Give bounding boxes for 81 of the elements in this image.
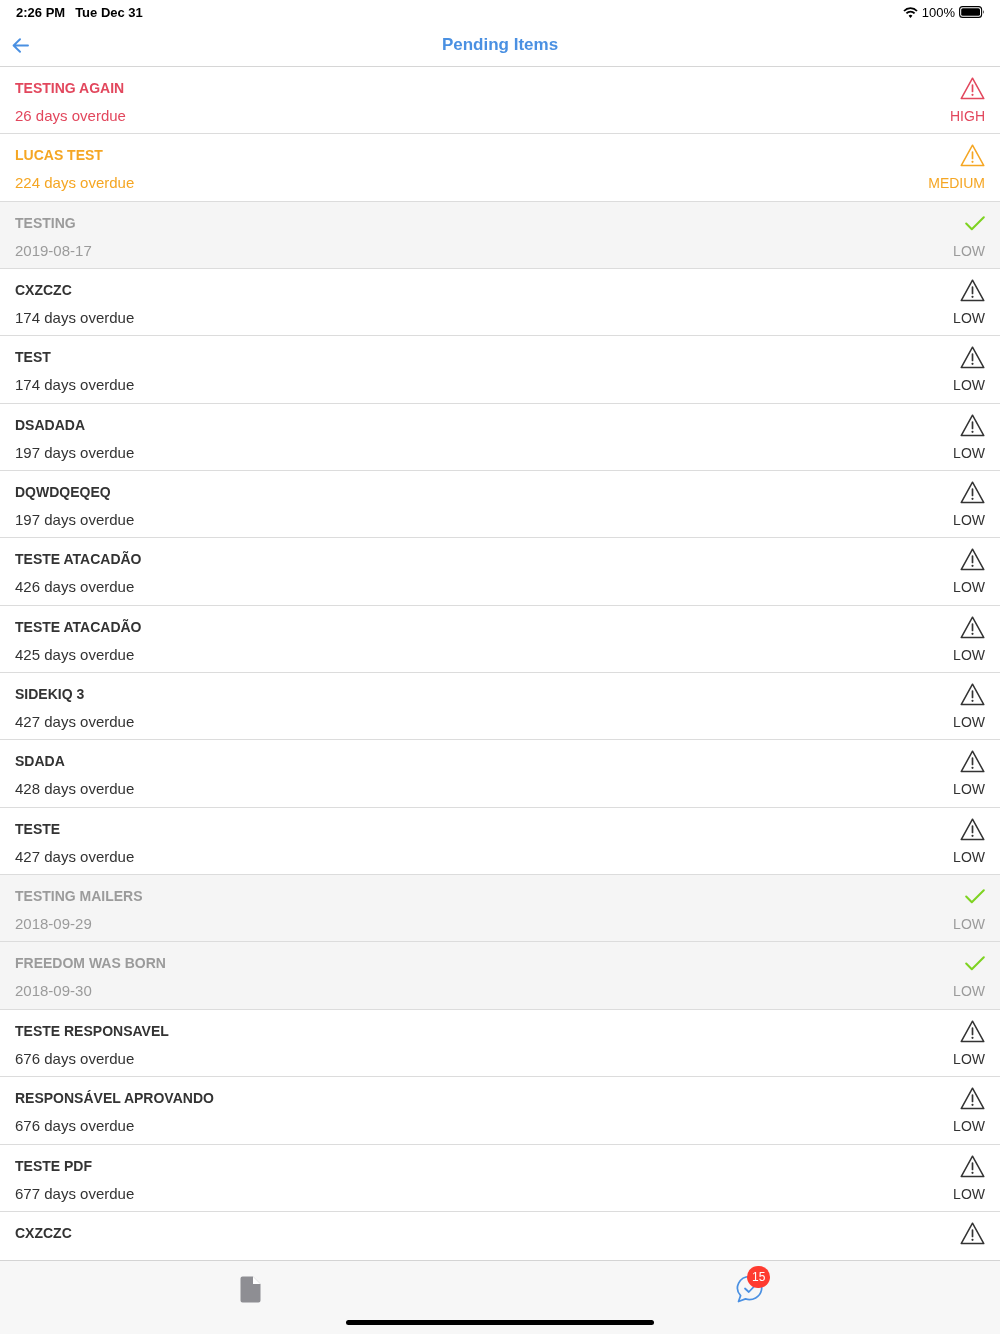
priority-label: HIGH	[950, 107, 985, 125]
warning-icon	[960, 144, 985, 168]
overdue-label: 676 days overdue	[15, 1048, 135, 1069]
priority-label: LOW	[953, 982, 985, 1001]
item-title: TESTE ATACADÃO	[15, 617, 142, 636]
item-title: LUCAS TEST	[15, 146, 103, 165]
priority-label: LOW	[953, 241, 985, 260]
priority-label: LOW	[953, 309, 985, 328]
priority-label: LOW	[953, 1049, 985, 1068]
item-date: 2019-08-17	[15, 240, 92, 261]
item-date: 2018-09-29	[15, 914, 92, 935]
overdue-label: 427 days overdue	[15, 712, 135, 733]
priority-label: LOW	[953, 645, 985, 664]
item-title: TESTE PDF	[15, 1156, 92, 1175]
item-title: RESPONSÁVEL APROVANDO	[15, 1089, 214, 1108]
item-title: TESTE RESPONSAVEL	[15, 1021, 169, 1040]
warning-icon	[960, 481, 985, 505]
checkmark-icon	[965, 889, 985, 905]
item-title: DSADADA	[15, 415, 85, 434]
back-arrow-icon	[12, 37, 29, 53]
item-title: FREEDOM WAS BORN	[15, 954, 166, 973]
overdue-label: 224 days overdue	[15, 173, 135, 194]
item-title: TESTING	[15, 213, 76, 232]
priority-label: LOW	[953, 578, 985, 597]
overdue-label: 26 days overdue	[15, 106, 126, 126]
priority-label: LOW	[953, 443, 985, 462]
warning-icon	[960, 1221, 985, 1245]
tab-button[interactable]: 15	[734, 1265, 771, 1305]
item-title: TESTING MAILERS	[15, 887, 143, 906]
overdue-label: 427 days overdue	[15, 846, 135, 867]
priority-label: LOW	[953, 511, 985, 530]
overdue-label: 426 days overdue	[15, 577, 135, 598]
page-title: Pending Items	[441, 35, 559, 55]
wifi-icon	[902, 6, 918, 18]
item-title: TEST	[15, 348, 51, 367]
back-button[interactable]	[10, 35, 31, 55]
item-title: DQWDQEQEQ	[15, 483, 111, 502]
battery-percent: 100%	[921, 4, 955, 20]
priority-label: LOW	[953, 1184, 985, 1203]
priority-label: LOW	[953, 780, 985, 799]
priority-label: LOW	[953, 915, 985, 934]
overdue-label: 174 days overdue	[15, 308, 135, 329]
item-title: CXZCZC	[15, 281, 72, 300]
overdue-label: 197 days overdue	[15, 442, 135, 463]
warning-icon	[960, 1087, 985, 1111]
priority-label: LOW	[953, 713, 985, 732]
overdue-label: 174 days overdue	[15, 375, 135, 396]
item-title: CXZCZC	[15, 1223, 72, 1242]
overdue-label: 677 days overdue	[15, 1183, 135, 1204]
warning-icon	[960, 615, 985, 639]
checkmark-icon	[965, 956, 985, 972]
priority-label: LOW	[953, 376, 985, 395]
priority-label: MEDIUM	[928, 174, 985, 193]
battery-icon	[959, 6, 985, 18]
warning-icon	[960, 817, 985, 841]
item-title: TESTING AGAIN	[15, 79, 125, 97]
priority-label: LOW	[953, 1117, 985, 1136]
notification-badge: 15	[747, 1266, 771, 1288]
item-title: TESTE	[15, 819, 61, 838]
overdue-label: 197 days overdue	[15, 510, 135, 531]
document-icon	[239, 1275, 261, 1303]
item-title: SIDEKIQ 3	[15, 685, 85, 704]
item-title: TESTE ATACADÃO	[15, 550, 142, 569]
warning-icon	[960, 1154, 985, 1178]
priority-label: LOW	[953, 847, 985, 866]
warning-icon	[960, 346, 985, 370]
status-time: 2:26 PM	[16, 4, 66, 20]
item-title: SDADA	[15, 752, 65, 771]
warning-icon	[960, 683, 985, 707]
overdue-label: 676 days overdue	[15, 1116, 135, 1137]
warning-icon	[960, 1019, 985, 1043]
overdue-label: 428 days overdue	[15, 779, 135, 800]
warning-icon	[960, 279, 985, 303]
checkmark-icon	[965, 215, 985, 231]
item-date: 2018-09-30	[15, 981, 92, 1002]
warning-icon	[960, 750, 985, 774]
warning-icon	[960, 413, 985, 437]
overdue-label: 425 days overdue	[15, 644, 135, 665]
warning-icon	[960, 548, 985, 572]
warning-icon	[960, 77, 985, 100]
status-date: Tue Dec 31	[75, 4, 143, 20]
